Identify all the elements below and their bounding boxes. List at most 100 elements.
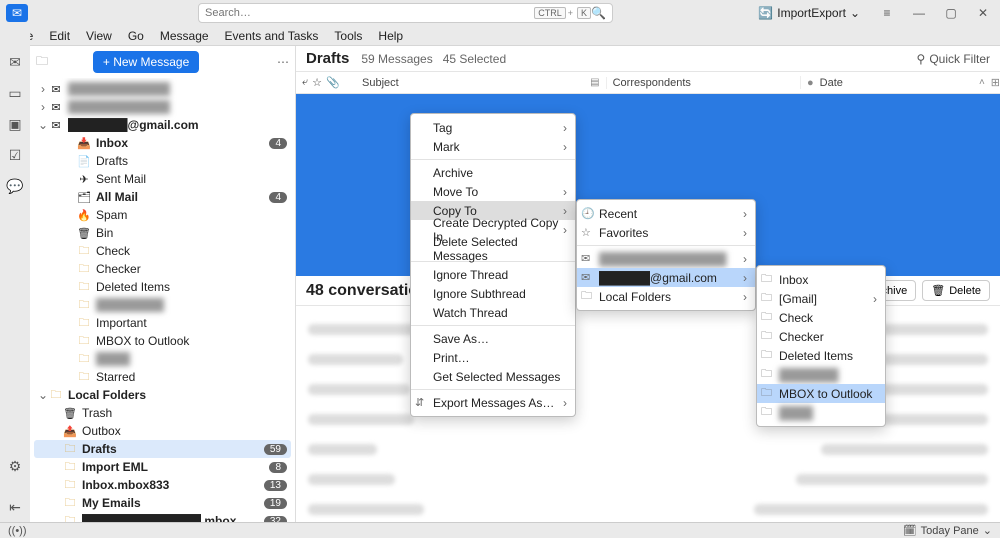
menu-edit[interactable]: Edit bbox=[41, 27, 78, 45]
search-input[interactable] bbox=[205, 7, 532, 19]
tree-item[interactable]: 🔥Spam bbox=[34, 206, 291, 224]
menu-item[interactable]: Move To bbox=[411, 182, 575, 201]
tree-item[interactable]: ›✉████████████ bbox=[34, 98, 291, 116]
today-pane-button[interactable]: 🗓Today Pane⌄ bbox=[903, 524, 992, 537]
tree-item[interactable]: 🗀Deleted Items bbox=[34, 278, 291, 296]
tag-col-icon[interactable]: ▤ bbox=[590, 77, 599, 88]
menu-help[interactable]: Help bbox=[370, 27, 411, 45]
tree-item[interactable]: ›✉████████████ bbox=[34, 80, 291, 98]
menu-item-icon: 🗀 bbox=[761, 346, 772, 365]
tree-item[interactable]: ⌄🗀Local Folders bbox=[34, 386, 291, 404]
col-picker-icon[interactable]: ⊞ bbox=[991, 76, 1000, 89]
col-correspondents[interactable]: Correspondents bbox=[613, 77, 691, 89]
menu-item[interactable]: Archive bbox=[411, 163, 575, 182]
menu-item[interactable]: ☆Favorites bbox=[577, 223, 755, 242]
tree-item[interactable]: 🗑Trash bbox=[34, 404, 291, 422]
tree-item[interactable]: 🗀Import EML8 bbox=[34, 458, 291, 476]
tree-item[interactable]: 📥Inbox4 bbox=[34, 134, 291, 152]
menu-item[interactable]: Get Selected Messages bbox=[411, 367, 575, 386]
tree-item[interactable]: 🗀Check bbox=[34, 242, 291, 260]
menu-item[interactable]: Watch Thread bbox=[411, 303, 575, 322]
tree-item[interactable]: 🗀Important bbox=[34, 314, 291, 332]
leftrail: ✉ ▭ ▣ ☑ 💬 ⚙ ⇤ bbox=[0, 26, 30, 522]
tree-item[interactable]: 🗀Starred bbox=[34, 368, 291, 386]
tree-item[interactable]: 📤Outbox bbox=[34, 422, 291, 440]
sidebar-options-icon[interactable]: ⋯ bbox=[277, 55, 289, 69]
chat-icon[interactable]: 💬 bbox=[6, 178, 23, 195]
menu-item[interactable]: Ignore Thread bbox=[411, 265, 575, 284]
menu-item[interactable]: ✉███████████████ bbox=[577, 249, 755, 268]
menu-item[interactable]: 🗀[Gmail] bbox=[757, 289, 885, 308]
context-menu-main[interactable]: TagMarkArchiveMove ToCopy ToCreate Decry… bbox=[410, 113, 576, 417]
tree-item[interactable]: 🗀Inbox.mbox83313 bbox=[34, 476, 291, 494]
menu-item[interactable]: Delete Selected Messages bbox=[411, 239, 575, 258]
menu-item[interactable]: 🗀Checker bbox=[757, 327, 885, 346]
mail-icon[interactable]: ✉ bbox=[9, 54, 21, 71]
attach-col-icon[interactable]: 📎 bbox=[326, 76, 340, 89]
menu-item[interactable]: Print… bbox=[411, 348, 575, 367]
sync-icon[interactable]: ((•)) bbox=[8, 525, 27, 537]
delete-button[interactable]: 🗑Delete bbox=[922, 280, 990, 301]
folder-pane-icon[interactable]: 🗀 bbox=[36, 52, 54, 73]
menu-item[interactable]: 🗀███████ bbox=[757, 365, 885, 384]
menu-item[interactable]: 🗀Deleted Items bbox=[757, 346, 885, 365]
message-row[interactable] bbox=[308, 434, 988, 464]
calendar-icon[interactable]: ▣ bbox=[8, 116, 21, 133]
col-date[interactable]: Date bbox=[820, 77, 843, 89]
tree-item[interactable]: ✈Sent Mail bbox=[34, 170, 291, 188]
menu-events-and-tasks[interactable]: Events and Tasks bbox=[217, 27, 327, 45]
tasks-icon[interactable]: ☑ bbox=[9, 147, 22, 164]
tree-item[interactable]: 🗑Bin bbox=[34, 224, 291, 242]
context-menu-copy-to[interactable]: 🕘Recent☆Favorites ✉███████████████✉██████… bbox=[576, 199, 756, 311]
message-row[interactable] bbox=[308, 464, 988, 494]
tree-item[interactable]: 📄Drafts bbox=[34, 152, 291, 170]
context-menu-folders[interactable]: 🗀Inbox🗀[Gmail]🗀Check🗀Checker🗀Deleted Ite… bbox=[756, 265, 886, 427]
menu-item[interactable]: 🗀MBOX to Outlook bbox=[757, 384, 885, 403]
settings-icon[interactable]: ⚙ bbox=[9, 458, 22, 475]
menu-item[interactable]: ⇵Export Messages As… bbox=[411, 393, 575, 412]
menu-item[interactable]: 🕘Recent bbox=[577, 204, 755, 223]
tree-item[interactable]: 🗀Checker bbox=[34, 260, 291, 278]
menu-tools[interactable]: Tools bbox=[326, 27, 370, 45]
tree-item[interactable]: 🗀████████ bbox=[34, 296, 291, 314]
search-box[interactable]: CTRL + K 🔍 bbox=[198, 3, 613, 23]
col-subject[interactable]: Subject bbox=[362, 77, 399, 89]
calendar-small-icon: 🗓 bbox=[903, 524, 917, 537]
tree-item[interactable]: 🗀████ bbox=[34, 350, 291, 368]
tree-item[interactable]: 🗀My Emails19 bbox=[34, 494, 291, 512]
close-button[interactable]: ✕ bbox=[972, 6, 994, 20]
maximize-button[interactable]: ▢ bbox=[940, 6, 962, 20]
read-col-icon[interactable]: ● bbox=[807, 77, 814, 89]
collapse-icon[interactable]: ⇤ bbox=[9, 499, 21, 516]
menu-item[interactable]: Ignore Subthread bbox=[411, 284, 575, 303]
menu-item[interactable]: Save As… bbox=[411, 329, 575, 348]
menu-item[interactable]: ✉██████@gmail.com bbox=[577, 268, 755, 287]
tree-item[interactable]: 🗀MBOX to Outlook bbox=[34, 332, 291, 350]
menu-item[interactable]: 🗀████ bbox=[757, 403, 885, 422]
menu-go[interactable]: Go bbox=[120, 27, 152, 45]
tree-label: Sent Mail bbox=[96, 172, 287, 186]
tree-item[interactable]: 🗀██████████████.mbox32 bbox=[34, 512, 291, 522]
message-row[interactable] bbox=[308, 494, 988, 522]
star-col-icon[interactable]: ☆ bbox=[312, 76, 322, 89]
addressbook-icon[interactable]: ▭ bbox=[8, 85, 21, 102]
import-export-button[interactable]: 🔄 ImportExport ⌄ bbox=[752, 4, 866, 22]
hamburger-icon[interactable]: ≡ bbox=[876, 6, 898, 20]
tree-item[interactable]: 🗀Drafts59 bbox=[34, 440, 291, 458]
menu-item[interactable]: 🗀Check bbox=[757, 308, 885, 327]
menu-item[interactable]: 🗀Local Folders bbox=[577, 287, 755, 306]
menu-item[interactable]: Mark bbox=[411, 137, 575, 156]
count-badge: 8 bbox=[269, 462, 287, 473]
menu-message[interactable]: Message bbox=[152, 27, 217, 45]
menu-item[interactable]: 🗀Inbox bbox=[757, 270, 885, 289]
menu-item[interactable]: Tag bbox=[411, 118, 575, 137]
new-message-button[interactable]: + New Message bbox=[93, 51, 199, 73]
search-icon[interactable]: 🔍 bbox=[591, 6, 606, 20]
minimize-button[interactable]: — bbox=[908, 6, 930, 20]
thread-icon[interactable]: ⤶ bbox=[302, 76, 308, 89]
tree-item[interactable]: 🗂All Mail4 bbox=[34, 188, 291, 206]
sort-icon[interactable]: ˄ bbox=[979, 77, 985, 88]
quick-filter-button[interactable]: ⚲Quick Filter bbox=[917, 52, 990, 66]
menu-view[interactable]: View bbox=[78, 27, 120, 45]
tree-item[interactable]: ⌄✉███████@gmail.com bbox=[34, 116, 291, 134]
